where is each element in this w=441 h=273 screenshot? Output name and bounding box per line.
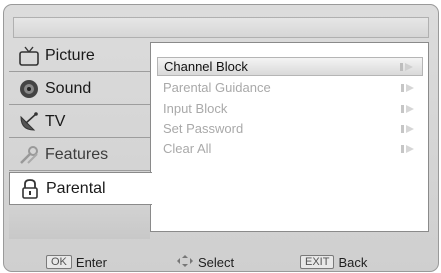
lock-icon — [19, 178, 41, 200]
menu-item-picture[interactable]: Picture — [9, 41, 150, 72]
hint-back-label: Back — [338, 254, 368, 270]
title-bar — [13, 17, 429, 38]
menu-item-label: Features — [45, 146, 109, 163]
hint-select: Select — [176, 253, 234, 271]
option-label: Channel Block — [164, 59, 248, 74]
option-label: Set Password — [163, 121, 244, 136]
hint-enter-label: Enter — [75, 254, 107, 270]
menu-item-label: Sound — [45, 80, 92, 97]
menu-item-sound[interactable]: Sound — [9, 74, 150, 105]
hint-enter: OK Enter — [46, 253, 107, 271]
menu-item-label: TV — [45, 113, 66, 130]
menu-item-parental[interactable]: Parental — [9, 172, 152, 205]
tv-osd-menu: Picture Sound TV Features Parental Chann… — [0, 0, 441, 273]
option-input-block[interactable]: Input Block — [157, 99, 423, 118]
main-menu: Picture Sound TV Features Parental — [9, 41, 152, 239]
parental-options-panel: Channel Block Parental Guidance Input Bl… — [150, 42, 429, 232]
arrow-right-icon — [401, 144, 419, 154]
footer-hints: OK Enter Select EXIT Back — [13, 253, 429, 271]
ok-key-icon: OK — [46, 255, 72, 269]
arrow-right-icon — [401, 83, 419, 93]
arrow-right-icon — [401, 104, 419, 114]
option-parental-guidance[interactable]: Parental Guidance — [157, 78, 423, 97]
tools-icon — [18, 144, 40, 166]
speaker-icon — [18, 78, 40, 100]
menu-item-features[interactable]: Features — [9, 140, 150, 171]
exit-key-icon: EXIT — [300, 255, 335, 269]
option-channel-block[interactable]: Channel Block — [157, 57, 423, 76]
menu-item-tv[interactable]: TV — [9, 107, 150, 138]
option-clear-all[interactable]: Clear All — [157, 139, 423, 158]
satellite-dish-icon — [18, 111, 40, 133]
option-label: Parental Guidance — [163, 80, 271, 95]
directional-pad-icon — [176, 254, 198, 271]
menu-item-label: Parental — [46, 179, 106, 197]
option-label: Clear All — [163, 141, 212, 156]
arrow-right-icon — [400, 62, 418, 72]
option-label: Input Block — [163, 101, 228, 116]
menu-item-label: Picture — [45, 47, 95, 64]
tv-icon — [18, 45, 40, 67]
hint-back: EXIT Back — [300, 253, 367, 271]
option-set-password[interactable]: Set Password — [157, 119, 423, 138]
hint-select-label: Select — [198, 254, 235, 270]
arrow-right-icon — [401, 124, 419, 134]
